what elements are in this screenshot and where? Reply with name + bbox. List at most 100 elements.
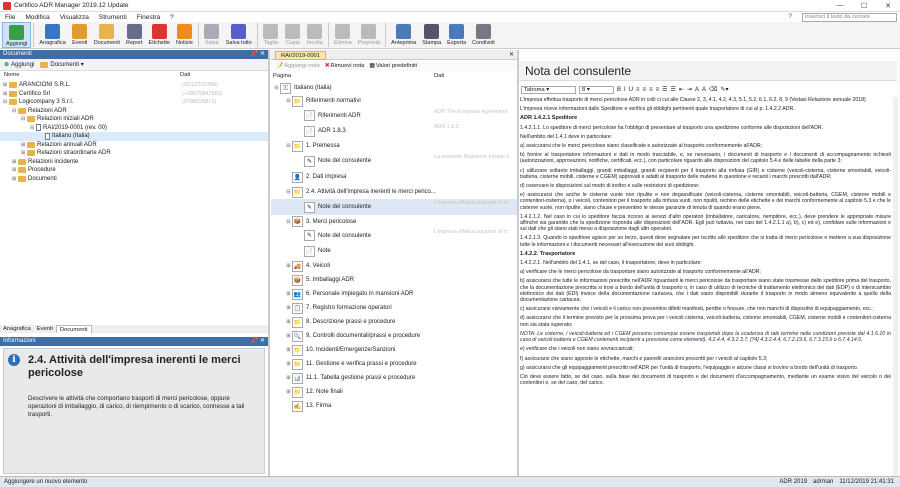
col-name[interactable]: Nome [0, 72, 180, 80]
expand-icon[interactable]: ⊟ [285, 143, 292, 149]
format-button[interactable]: B [617, 87, 621, 93]
format-button[interactable]: ≡ [649, 87, 653, 93]
tree-node[interactable]: Italiano (Italia) [0, 132, 268, 141]
remove-note-icon[interactable]: ✖ [325, 63, 330, 69]
page-item[interactable]: ✎ Note del consulente La presente Relazion… [271, 153, 517, 169]
format-button[interactable]: U [629, 87, 633, 93]
expand-icon[interactable]: ⊞ [285, 263, 292, 269]
close-tab-icon[interactable]: ✕ [509, 51, 514, 58]
page-item[interactable]: ⊞ 🚚 4. Veicoli [271, 259, 517, 273]
help-icon[interactable]: ? [783, 13, 797, 20]
copy-button[interactable]: Copia [282, 22, 304, 46]
report-button[interactable]: Report [123, 22, 146, 46]
expand-icon[interactable]: ⊞ [285, 375, 292, 381]
search-input[interactable]: Inserisci il testo da cercare [802, 13, 897, 22]
expand-icon[interactable]: ⊟ [285, 189, 292, 195]
add-button[interactable]: Aggiungi [11, 62, 34, 68]
tree-node[interactable]: ⊞ Relazioni annuali ADR [0, 141, 268, 150]
add-icon[interactable]: ⊕ [4, 61, 9, 68]
page-item[interactable]: ⊞ 📁 11. Gestione e verifica prassi e proce… [271, 357, 517, 371]
format-button[interactable]: ≡ [643, 87, 647, 93]
properties-button[interactable]: Proprietà [355, 22, 383, 46]
font-size-select[interactable]: 8 ▾ [579, 85, 614, 94]
format-button[interactable]: ⇤ [679, 86, 684, 93]
page-item[interactable]: ⊞ 📊 11.1. Tabella gestione prassi e proced… [271, 371, 517, 385]
menu-item[interactable]: Visualizza [55, 14, 94, 21]
menu-item[interactable]: ? [165, 14, 179, 21]
save-button[interactable]: Salva [201, 22, 223, 46]
format-button[interactable]: I [624, 87, 626, 93]
remove-note-button[interactable]: Rimuovi nota [331, 63, 365, 69]
tree-node[interactable]: ⊞ ARANCIONI S.R.L. (02/12312356) [0, 81, 268, 90]
menu-item[interactable]: File [0, 14, 20, 21]
tab-documenti[interactable]: Documenti [55, 325, 92, 333]
page-item[interactable]: ✎ Note del consulente L'impresa effettua t… [271, 228, 517, 243]
page-item[interactable]: 📄 Note [271, 243, 517, 259]
page-item[interactable]: 📄 ADR 1.8.3 ADR 1.8.3 [271, 123, 517, 139]
expand-icon[interactable]: ⊞ [285, 291, 292, 297]
page-item[interactable]: 👤 2. Dati impresa [271, 169, 517, 185]
col-page[interactable]: Pagina [271, 73, 434, 81]
page-item[interactable]: 📦 5. Imballaggi ADR [271, 273, 517, 287]
tree-node[interactable]: ⊟ Relazioni iniziali ADR [0, 115, 268, 124]
menu-item[interactable]: Modifica [20, 14, 54, 21]
col-date[interactable]: Dati [180, 72, 190, 80]
editor-body[interactable]: L'impresa effettua trasporto di merci pe… [519, 97, 893, 476]
menu-item[interactable]: Finestra [132, 14, 165, 21]
format-button[interactable]: ≡ [656, 87, 660, 93]
delete-button[interactable]: Elimina [331, 22, 355, 46]
expand-icon[interactable]: ⊞ [285, 333, 292, 339]
documents-dropdown[interactable]: Documenti ▾ [50, 61, 83, 68]
tree-node[interactable]: ⊞ Procedure [0, 166, 268, 175]
format-button[interactable]: ⌫ [709, 86, 717, 93]
expand-icon[interactable]: ⊞ [285, 347, 292, 353]
add-button[interactable]: Aggiungi [2, 22, 32, 48]
splitter-left[interactable] [268, 50, 270, 476]
tree-node[interactable]: ⊟ Relazioni ADR [0, 107, 268, 116]
tab-eventi[interactable]: Eventi [34, 325, 56, 333]
preview-button[interactable]: Anteprima [388, 22, 419, 46]
page-item[interactable]: ⊞ 📁 8. Descrizione prassi e procedure [271, 315, 517, 329]
page-item[interactable]: ⊟ 📦 3. Merci pericolose [271, 215, 517, 228]
rss-button[interactable]: Notizie [173, 22, 196, 46]
add-note-button[interactable]: Aggiungi nota [284, 63, 319, 69]
format-button[interactable]: ☰ [670, 86, 675, 93]
add-note-icon[interactable]: 📝 [276, 63, 283, 69]
editor-scrollbar[interactable] [893, 97, 898, 476]
tree-node[interactable]: ⊞ Certifico Srl (+39075847983) [0, 90, 268, 99]
label-button[interactable]: Etichette [146, 22, 173, 46]
format-button[interactable]: ⇥ [687, 86, 692, 93]
events-button[interactable]: Eventi [69, 22, 91, 46]
format-button[interactable]: A [695, 87, 699, 93]
pin-close-icons[interactable]: 📌 ✕ [251, 50, 265, 59]
paste-button[interactable]: Incolla [304, 22, 326, 46]
registry-button[interactable]: Anagrafica [36, 22, 68, 46]
col-data[interactable]: Dati [434, 73, 444, 81]
page-item[interactable]: ✍ 13. Firma [271, 399, 517, 413]
font-select[interactable]: Tahoma ▾ [521, 85, 576, 94]
page-item[interactable]: 📄 Riferimenti ADR ADR The European Agreeme… [271, 108, 517, 123]
page-item[interactable]: ⊟ 🇮 Italiano (Italia) [271, 82, 517, 94]
expand-icon[interactable]: ⊞ [285, 305, 292, 311]
page-item[interactable]: ⊞ 📋 7. Registro formazione operatori [271, 301, 517, 315]
pin-close-icons[interactable]: 📌 ✕ [251, 337, 265, 346]
page-item[interactable]: ⊞ 📁 10. Incidenti/Emergenze/Sanzioni [271, 343, 517, 357]
tree-node[interactable]: ⊞ Documenti [0, 175, 268, 184]
document-tab[interactable]: RAI/2019-0001 [275, 51, 326, 60]
menu-item[interactable]: Strumenti [94, 14, 132, 21]
share-button[interactable]: Condividi [469, 22, 498, 46]
expand-icon[interactable]: ⊟ [285, 98, 292, 104]
folder-button[interactable]: Documenti [91, 22, 123, 46]
tree-node[interactable]: ⊟ RAI/2019-0001 (rev. 00) [0, 124, 268, 133]
close-button[interactable]: ✕ [876, 2, 900, 10]
export-button[interactable]: Esporta [444, 22, 469, 46]
format-button[interactable]: ✎▾ [720, 86, 728, 93]
cut-button[interactable]: Taglia [260, 22, 282, 46]
page-item[interactable]: ✎ Note del consulente L'impresa effettua t… [271, 199, 517, 215]
expand-icon[interactable]: ⊟ [285, 219, 292, 225]
tab-anagrafica[interactable]: Anagrafica [0, 325, 34, 333]
expand-icon[interactable]: ⊞ [285, 361, 292, 367]
page-item[interactable]: ⊟ 📁 2.4. Attività dell'impresa inerenti le… [271, 185, 517, 199]
page-item[interactable]: ⊟ 📁 Riferimenti normativi [271, 94, 517, 108]
print-button[interactable]: Stampa [419, 22, 444, 46]
